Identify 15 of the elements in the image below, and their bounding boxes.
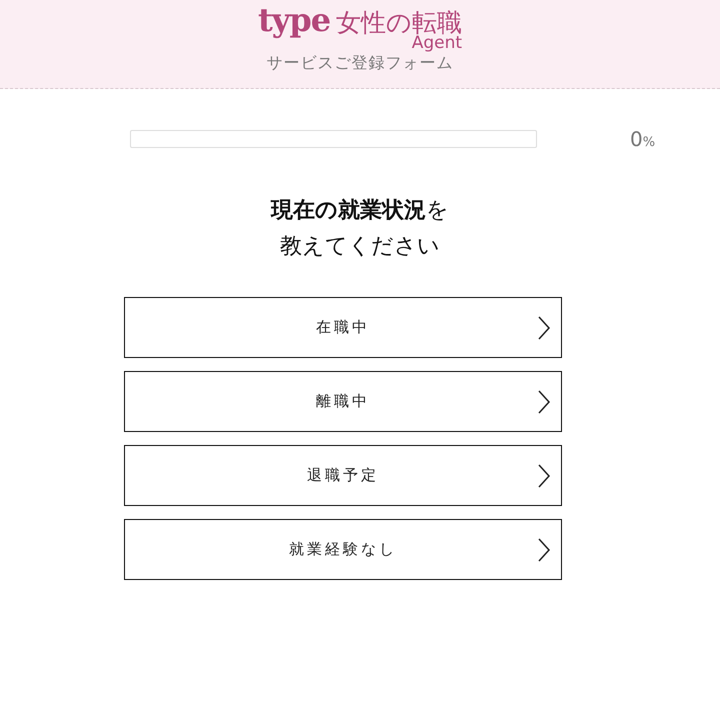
option-button[interactable]: 退職予定 [124, 445, 562, 506]
option-button[interactable]: 就業経験なし [124, 519, 562, 580]
percent-sign: % [642, 135, 656, 150]
logo-wordmark: type [258, 4, 330, 36]
chevron-right-icon [537, 316, 551, 340]
question-text: 現在の就業状況を 教えてください [270, 197, 450, 261]
form-title: サービスご登録フォーム [266, 53, 454, 74]
chevron-right-icon [537, 390, 551, 414]
option-button[interactable]: 離職中 [124, 371, 562, 432]
logo-title: 女性の転職 [336, 10, 462, 35]
chevron-right-icon [537, 464, 551, 488]
chevron-right-icon [537, 538, 551, 562]
logo-subtitle: Agent [412, 35, 462, 52]
option-button[interactable]: 在職中 [124, 297, 562, 358]
progress-value: 0 [630, 127, 643, 151]
